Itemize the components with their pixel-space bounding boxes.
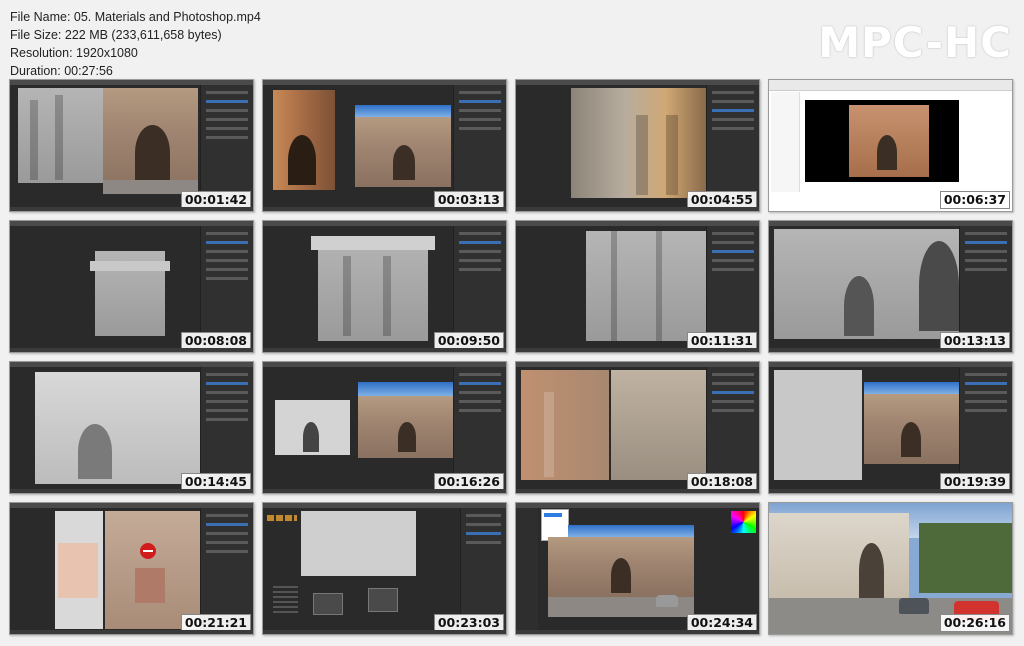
thumbnail[interactable]: 00:13:13	[768, 220, 1013, 353]
thumbnail[interactable]: 00:23:03	[262, 502, 507, 635]
file-info: File Name: 05. Materials and Photoshop.m…	[10, 8, 261, 80]
thumbnail[interactable]: 00:18:08	[515, 361, 760, 494]
mpc-hc-logo: MPC-HC	[818, 18, 1012, 67]
thumbnail[interactable]: 00:21:21	[9, 502, 254, 635]
thumbnail[interactable]: 00:24:34	[515, 502, 760, 635]
file-name: File Name: 05. Materials and Photoshop.m…	[10, 10, 261, 24]
thumbnail[interactable]: 00:09:50	[262, 220, 507, 353]
timestamp: 00:06:37	[939, 191, 1010, 209]
duration: Duration: 00:27:56	[10, 64, 113, 78]
thumbnail[interactable]: 00:14:45	[9, 361, 254, 494]
thumbnail[interactable]: 00:16:26	[262, 361, 507, 494]
thumbnail[interactable]: 00:11:31	[515, 220, 760, 353]
thumbnail[interactable]: 00:08:08	[9, 220, 254, 353]
thumbnail[interactable]: 00:04:55	[515, 79, 760, 212]
resolution: Resolution: 1920x1080	[10, 46, 138, 60]
thumbnail[interactable]: 00:26:16	[768, 502, 1013, 635]
timestamp: 00:26:16	[939, 614, 1010, 632]
file-size: File Size: 222 MB (233,611,658 bytes)	[10, 28, 222, 42]
thumbnail[interactable]: 00:06:37	[768, 79, 1013, 212]
thumbnail[interactable]: 00:19:39	[768, 361, 1013, 494]
thumbnail[interactable]: 00:03:13	[262, 79, 507, 212]
thumbnail[interactable]: 00:01:42	[9, 79, 254, 212]
